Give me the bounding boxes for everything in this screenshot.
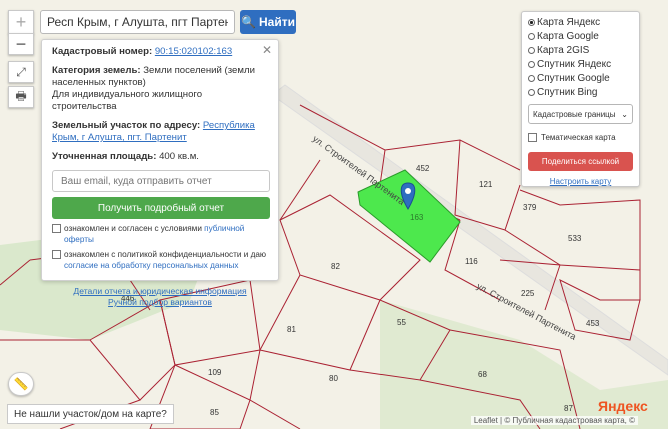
fullscreen-button[interactable]: ⤢ bbox=[8, 61, 34, 83]
configure-map-link[interactable]: Настроить карту bbox=[528, 177, 633, 186]
email-field[interactable] bbox=[52, 170, 270, 192]
category-label: Категория земель: bbox=[52, 65, 141, 76]
search-button-label: Найти bbox=[258, 15, 295, 29]
parcel-number: 80 bbox=[329, 374, 338, 383]
layer-option-google-satellite[interactable]: Спутник Google bbox=[528, 71, 633, 85]
search-input[interactable] bbox=[40, 10, 235, 34]
parcel-number: 163 bbox=[410, 213, 424, 222]
layer-option-google-map[interactable]: Карта Google bbox=[528, 29, 633, 43]
search-button[interactable]: 🔍 Найти bbox=[240, 10, 296, 34]
zoom-out-button[interactable]: − bbox=[8, 33, 34, 55]
layer-option-yandex-satellite[interactable]: Спутник Яндекс bbox=[528, 57, 633, 71]
thematic-map-toggle[interactable]: Тематическая карта bbox=[528, 130, 633, 144]
layer-option-label: Спутник Google bbox=[537, 72, 610, 84]
offer-checkbox[interactable] bbox=[52, 224, 61, 233]
close-icon[interactable]: ✕ bbox=[262, 43, 272, 57]
overlay-select[interactable]: Кадастровые границы ⌄ bbox=[528, 104, 633, 124]
offer-text: ознакомлен и согласен с условиями bbox=[64, 224, 202, 233]
ruler-icon: 📏 bbox=[13, 377, 29, 391]
parcel-number: 85 bbox=[210, 408, 219, 417]
chevron-down-icon: ⌄ bbox=[621, 109, 628, 119]
not-found-hint-button[interactable]: Не нашли участок/дом на карте? bbox=[7, 404, 174, 424]
map-attribution: Leaflet | © Публичная кадастровая карта,… bbox=[470, 416, 638, 425]
parcel-number: 116 bbox=[465, 257, 478, 266]
parcel-number: 121 bbox=[479, 180, 493, 189]
layer-option-label: Спутник Bing bbox=[537, 86, 598, 98]
parcel-number: 81 bbox=[287, 325, 296, 334]
parcel-number: 452 bbox=[416, 164, 430, 173]
land-use-value: Для индивидуального жилищного строительс… bbox=[52, 89, 203, 112]
parcel-number: 225 bbox=[521, 289, 535, 298]
layer-option-label: Карта 2GIS bbox=[537, 44, 590, 56]
parcel-number: 68 bbox=[478, 370, 487, 379]
radio-icon bbox=[528, 74, 535, 82]
privacy-checkbox[interactable] bbox=[52, 250, 61, 259]
print-button[interactable]: 🖶 bbox=[8, 86, 34, 108]
parcel-number: 87 bbox=[564, 404, 573, 413]
privacy-link[interactable]: согласие на обработку персональных данны… bbox=[64, 261, 238, 270]
cadastral-label: Кадастровый номер: bbox=[52, 46, 153, 57]
ruler-button[interactable]: 📏 bbox=[8, 372, 34, 396]
search-icon: 🔍 bbox=[241, 15, 256, 29]
report-details-link[interactable]: Детали отчета и юридическая информация bbox=[52, 286, 268, 297]
radio-icon bbox=[528, 46, 535, 54]
parcel-number: 109 bbox=[208, 368, 222, 377]
radio-icon bbox=[528, 60, 535, 68]
manual-selection-link[interactable]: Ручной подбор вариантов bbox=[52, 297, 268, 308]
yandex-logo: Яндекс bbox=[598, 398, 648, 414]
expand-icon: ⤢ bbox=[16, 64, 26, 79]
offer-agreement-row: ознакомлен и согласен с условиями публич… bbox=[52, 223, 268, 245]
thematic-checkbox[interactable] bbox=[528, 132, 537, 142]
layer-option-bing-satellite[interactable]: Спутник Bing bbox=[528, 85, 633, 99]
area-label: Уточненная площадь: bbox=[52, 151, 157, 162]
get-report-button[interactable]: Получить подробный отчет bbox=[52, 197, 270, 219]
cadastral-number-link[interactable]: 90:15:020102:163 bbox=[155, 46, 232, 57]
radio-icon bbox=[528, 88, 535, 96]
share-link-button[interactable]: Поделиться ссылкой bbox=[528, 152, 633, 171]
layer-option-label: Карта Яндекс bbox=[537, 16, 601, 28]
parcel-number: 82 bbox=[331, 262, 340, 271]
layer-option-label: Спутник Яндекс bbox=[537, 58, 612, 70]
privacy-text: ознакомлен с политикой конфиденциальност… bbox=[64, 250, 267, 259]
zoom-in-button[interactable]: + bbox=[8, 10, 34, 34]
parcel-number: 55 bbox=[397, 318, 406, 327]
layer-option-yandex-map[interactable]: Карта Яндекс bbox=[528, 15, 633, 29]
radio-icon bbox=[528, 32, 535, 40]
layer-option-label: Карта Google bbox=[537, 30, 599, 42]
layer-option-2gis-map[interactable]: Карта 2GIS bbox=[528, 43, 633, 57]
parcel-number: 533 bbox=[568, 234, 582, 243]
parcel-number: 379 bbox=[523, 203, 537, 212]
parcel-number: 453 bbox=[586, 319, 600, 328]
privacy-agreement-row: ознакомлен с политикой конфиденциальност… bbox=[52, 249, 268, 271]
thematic-label: Тематическая карта bbox=[541, 132, 616, 142]
radio-icon bbox=[528, 18, 535, 26]
overlay-select-value: Кадастровые границы bbox=[533, 109, 616, 119]
address-label: Земельный участок по адресу: bbox=[52, 120, 201, 131]
parcel-info-panel: ✕ Кадастровый номер: 90:15:020102:163 Ка… bbox=[41, 39, 279, 307]
printer-icon: 🖶 bbox=[15, 88, 27, 103]
layer-switcher-panel: Карта Яндекс Карта Google Карта 2GIS Спу… bbox=[521, 11, 640, 187]
area-value: 400 кв.м. bbox=[159, 151, 199, 162]
